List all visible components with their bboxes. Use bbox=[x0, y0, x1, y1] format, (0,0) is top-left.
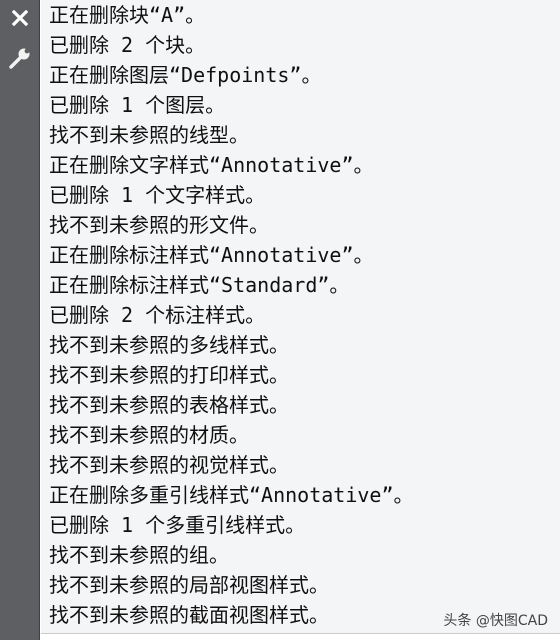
history-line: 正在删除标注样式“Standard”。 bbox=[49, 273, 350, 297]
history-line: 找不到未参照的线型。 bbox=[49, 123, 249, 147]
history-line: 找不到未参照的材质。 bbox=[49, 423, 249, 447]
history-line: 正在删除多重引线样式“Annotative”。 bbox=[49, 483, 414, 507]
history-line: 正在删除块“A”。 bbox=[49, 3, 206, 27]
history-line: 已删除 2 个标注样式。 bbox=[49, 303, 266, 327]
history-line: 已删除 1 个多重引线样式。 bbox=[49, 513, 306, 537]
command-history: 正在删除块“A”。 已删除 2 个块。 正在删除图层“Defpoints”。 已… bbox=[41, 0, 560, 633]
history-line: 已删除 1 个文字样式。 bbox=[49, 183, 266, 207]
close-icon bbox=[12, 10, 28, 26]
history-line: 正在删除文字样式“Annotative”。 bbox=[49, 153, 374, 177]
history-line: 找不到未参照的多线样式。 bbox=[49, 333, 289, 357]
history-line: 找不到未参照的视觉样式。 bbox=[49, 453, 289, 477]
history-line: 已删除 2 个块。 bbox=[49, 33, 206, 57]
history-line: 找不到未参照的组。 bbox=[49, 543, 229, 567]
watermark: 头条 @快图CAD bbox=[443, 613, 548, 629]
history-line: 正在删除标注样式“Annotative”。 bbox=[49, 243, 374, 267]
history-line: 找不到未参照的形文件。 bbox=[49, 213, 269, 237]
close-button[interactable] bbox=[0, 0, 40, 36]
command-input[interactable] bbox=[41, 633, 560, 640]
wrench-icon bbox=[8, 46, 32, 70]
history-line: 找不到未参照的表格样式。 bbox=[49, 393, 289, 417]
history-line: 正在删除图层“Defpoints”。 bbox=[49, 63, 322, 87]
history-line: 找不到未参照的打印样式。 bbox=[49, 363, 289, 387]
history-line: 找不到未参照的截面视图样式。 bbox=[49, 603, 329, 627]
customize-button[interactable] bbox=[0, 40, 40, 76]
command-line-sidebar bbox=[0, 0, 40, 640]
history-line: 找不到未参照的局部视图样式。 bbox=[49, 573, 329, 597]
history-line: 已删除 1 个图层。 bbox=[49, 93, 226, 117]
